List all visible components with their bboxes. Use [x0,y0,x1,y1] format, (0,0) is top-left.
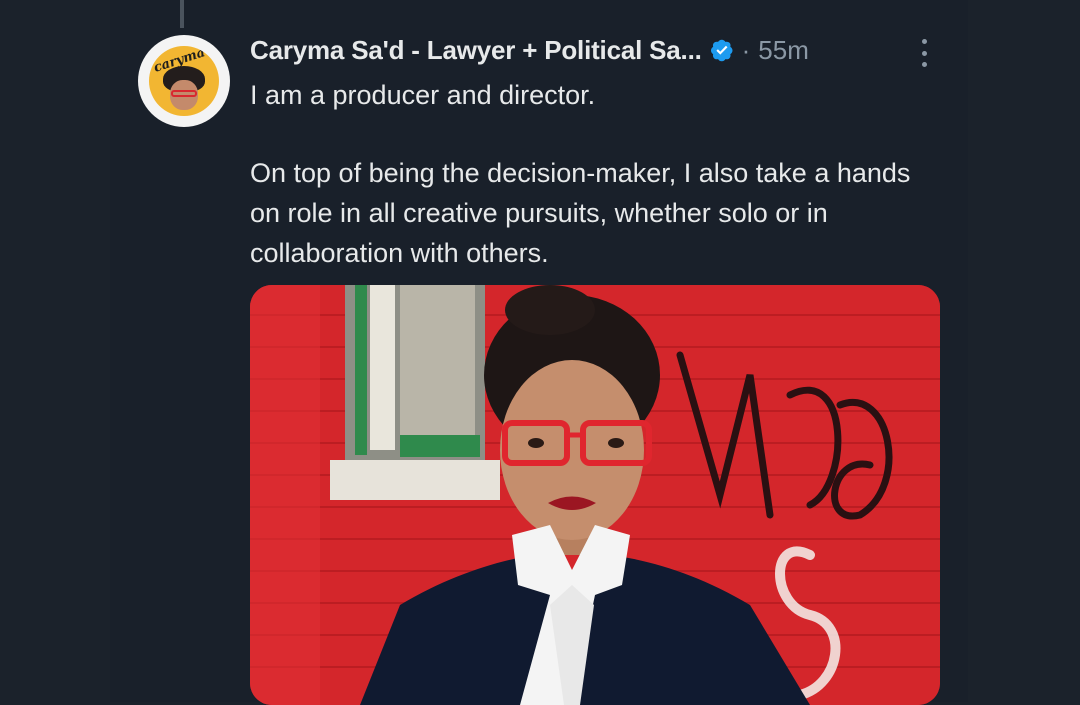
tweet-paragraph-2: On top of being the decision-maker, I al… [250,158,911,268]
display-name[interactable]: Caryma Sa'd - Lawyer + Political Sa... [250,35,702,66]
more-options-icon[interactable] [914,36,934,70]
tweet-header: Caryma Sa'd - Lawyer + Political Sa... ·… [250,30,809,70]
verified-badge-icon [710,39,733,62]
avatar[interactable]: caryma [138,35,230,127]
tweet-paragraph-1: I am a producer and director. [250,80,596,110]
separator-dot: · [741,34,751,65]
photo-illustration [250,285,940,705]
avatar-illustration: caryma [149,46,219,116]
tweet-media-photo[interactable] [250,285,940,705]
thread-connector-line [180,0,184,28]
timestamp[interactable]: 55m [758,35,809,66]
